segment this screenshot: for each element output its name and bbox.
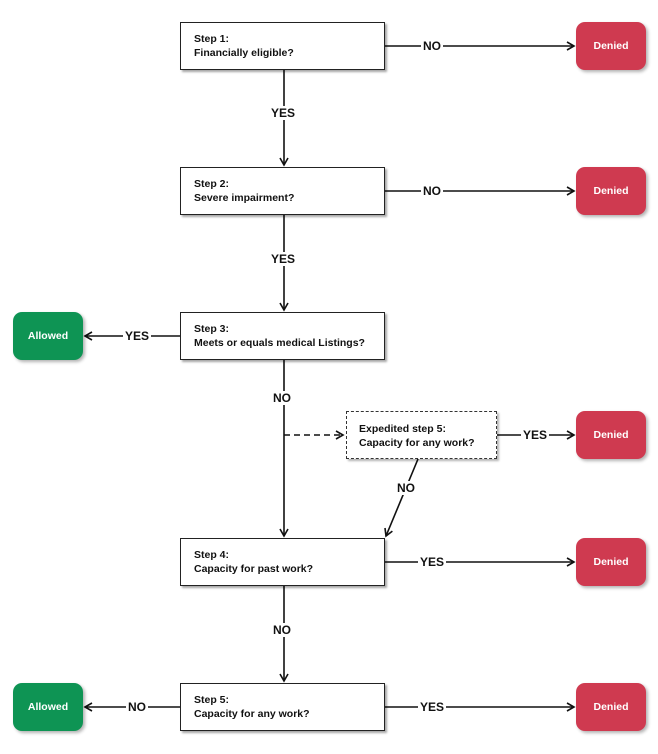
edge-label-s3-yes: YES: [123, 329, 152, 343]
step-3-title: Step 3:: [194, 323, 230, 335]
step-2-box: Step 2: Severe impairment?: [180, 167, 385, 215]
expedited-step-5-box: Expedited step 5: Capacity for any work?: [346, 411, 497, 459]
edge-label-exp-no: NO: [395, 481, 417, 495]
denied-terminal-1: Denied: [576, 22, 646, 70]
edge-label-s1-yes: YES: [269, 106, 298, 120]
step-1-box: Step 1: Financially eligible?: [180, 22, 385, 70]
step-3-box: Step 3: Meets or equals medical Listings…: [180, 312, 385, 360]
denied-terminal-expedited: Denied: [576, 411, 646, 459]
edge-label-s4-yes: YES: [418, 555, 447, 569]
step-5-question: Capacity for any work?: [194, 708, 310, 720]
step-1-question: Financially eligible?: [194, 47, 294, 59]
edge-label-s4-no: NO: [271, 623, 293, 637]
edge-label-exp-yes: YES: [521, 428, 550, 442]
expedited-question: Capacity for any work?: [359, 437, 475, 449]
connector-lines: [83, 41, 576, 712]
denied-terminal-5: Denied: [576, 683, 646, 731]
edge-exp-s4: [384, 458, 419, 538]
step-5-title: Step 5:: [194, 694, 230, 706]
allowed-terminal-3: Allowed: [13, 312, 83, 360]
allowed-terminal-5: Allowed: [13, 683, 83, 731]
step-5-box: Step 5: Capacity for any work?: [180, 683, 385, 731]
step-4-box: Step 4: Capacity for past work?: [180, 538, 385, 586]
denied-terminal-2: Denied: [576, 167, 646, 215]
step-2-title: Step 2:: [194, 178, 230, 190]
expedited-title: Expedited step 5:: [359, 423, 446, 435]
edge-label-s1-no: NO: [421, 39, 443, 53]
step-4-question: Capacity for past work?: [194, 563, 314, 575]
denied-terminal-4: Denied: [576, 538, 646, 586]
step-2-question: Severe impairment?: [194, 192, 295, 204]
step-4-title: Step 4:: [194, 549, 230, 561]
edge-label-s3-no: NO: [271, 391, 293, 405]
edge-label-s2-yes: YES: [269, 252, 298, 266]
step-1-title: Step 1:: [194, 33, 230, 45]
edge-label-s2-no: NO: [421, 184, 443, 198]
edge-label-s5-no: NO: [126, 700, 148, 714]
edge-label-s5-yes: YES: [418, 700, 447, 714]
step-3-question: Meets or equals medical Listings?: [194, 337, 365, 349]
